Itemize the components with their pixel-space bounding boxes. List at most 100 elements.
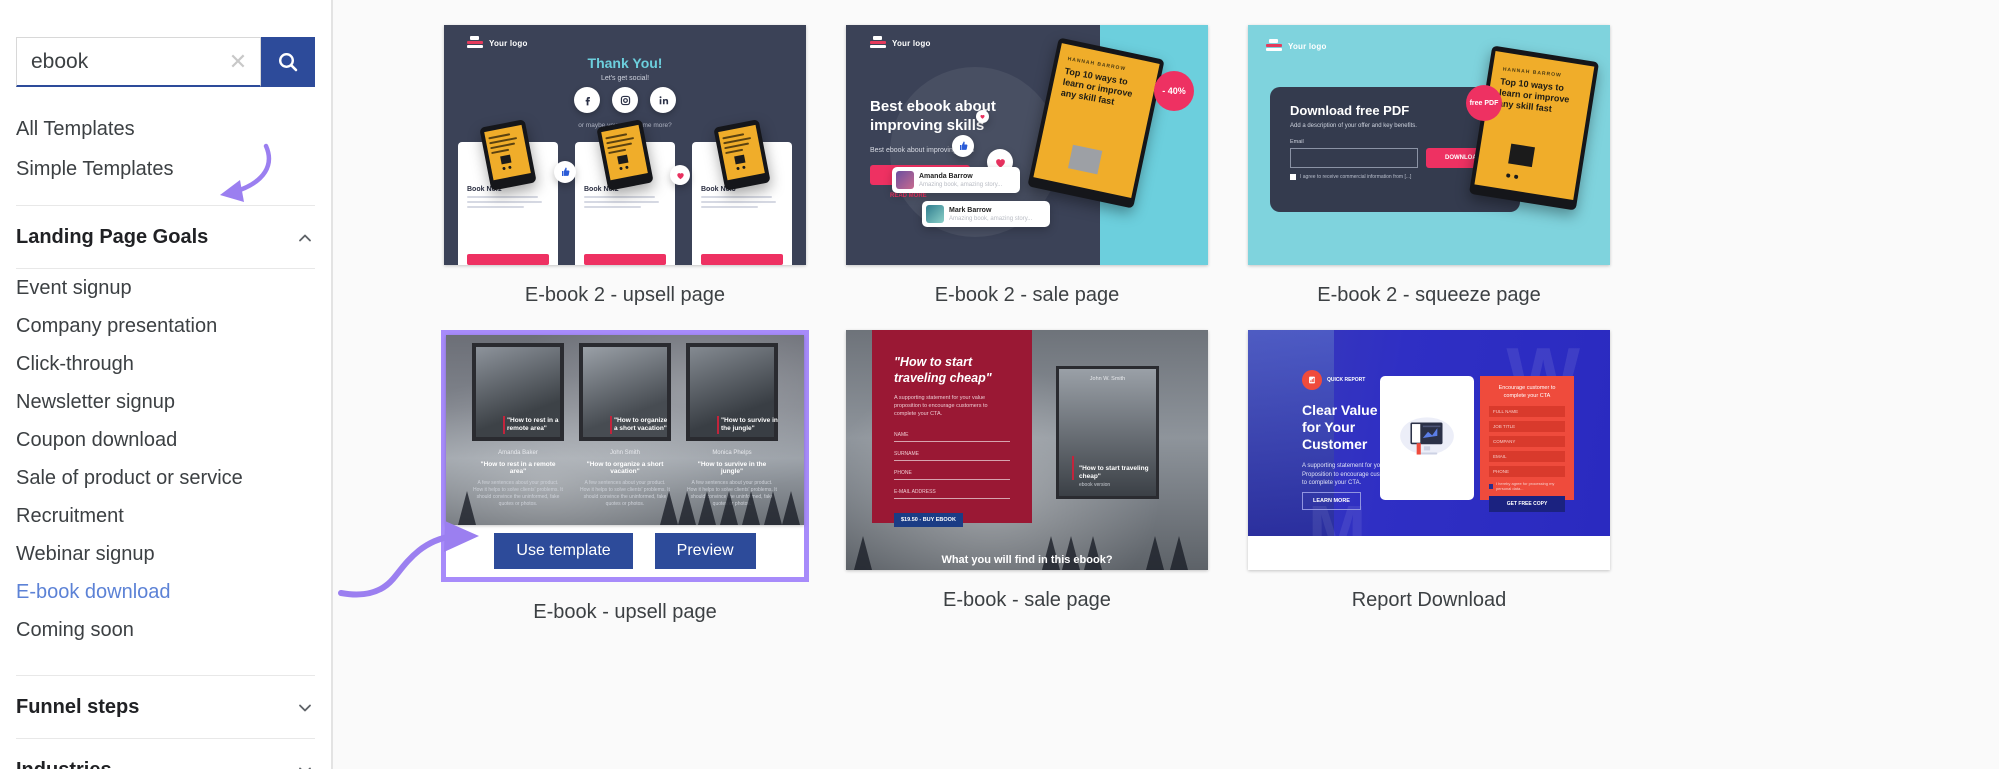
cover-author: John W. Smith xyxy=(1089,376,1126,382)
template-card[interactable]: Your logo Download free PDF Add a descri… xyxy=(1248,25,1610,307)
preview-heading: "How to start traveling cheap" xyxy=(894,355,992,385)
template-thumbnail[interactable]: W M QUICK REPORT Clear Value for Your Cu… xyxy=(1248,330,1610,570)
section-industries[interactable]: Industries xyxy=(16,739,315,769)
sidebar-item-webinar-signup[interactable]: Webinar signup xyxy=(16,535,315,573)
social-icons-row xyxy=(574,87,676,113)
sidebar-item-recruitment[interactable]: Recruitment xyxy=(16,497,315,535)
sidebar-item-all-templates[interactable]: All Templates xyxy=(16,109,315,149)
form-heading: Encourage customer to complete your CTA xyxy=(1498,385,1556,399)
thumbnail-wrapper: W M QUICK REPORT Clear Value for Your Cu… xyxy=(1248,330,1610,570)
form-field-label: PHONE xyxy=(1489,466,1565,477)
template-thumbnail[interactable]: Your logo Best ebook about improving ski… xyxy=(846,25,1208,265)
sidebar-item-click-through[interactable]: Click-through xyxy=(16,345,315,383)
preview-button[interactable]: Preview xyxy=(654,533,756,569)
free-pdf-badge: free PDF xyxy=(1466,85,1502,121)
avatar xyxy=(896,171,914,189)
template-grid: Your logo Thank You! Let's get social! o… xyxy=(333,0,1999,624)
search-input[interactable] xyxy=(17,49,260,74)
chevron-down-icon xyxy=(299,704,311,711)
quote-author: Monica Phelps xyxy=(712,450,752,456)
preview-cta-button: $19.50 - BUY EBOOK xyxy=(894,513,963,527)
form-field-label: EMAIL xyxy=(1489,451,1565,462)
mini-logo-label: Your logo xyxy=(489,38,528,48)
linkedin-icon xyxy=(650,87,676,113)
template-thumbnail[interactable]: "How to rest in a remote area" "How to o… xyxy=(446,335,804,525)
quote-block: John Smith "How to organize a short vaca… xyxy=(579,450,671,508)
photo-card: "How to rest in a remote area" xyxy=(472,343,564,441)
quote-author: John Smith xyxy=(609,450,640,456)
report-badge: QUICK REPORT xyxy=(1302,370,1365,390)
quote-title: "How to survive in the jungle" xyxy=(697,461,767,475)
thumbnail-wrapper: Your logo Download free PDF Add a descri… xyxy=(1248,25,1610,265)
template-card-caption: E-book 2 - upsell page xyxy=(524,284,726,306)
chevron-down-icon xyxy=(299,767,311,769)
facebook-icon xyxy=(574,87,600,113)
testimonial-name: Mark Barrow xyxy=(949,206,992,214)
sidebar-top-links: All Templates Simple Templates xyxy=(16,109,315,189)
form-field-label: SURNAME xyxy=(894,451,1010,461)
template-card[interactable]: "How to start traveling cheap" A support… xyxy=(846,330,1208,624)
preview-subheading: A supporting statement for your value pr… xyxy=(894,395,988,417)
sidebar-item-event-signup[interactable]: Event signup xyxy=(16,269,315,307)
quote-author: Amanda Baker xyxy=(498,450,538,456)
template-thumbnail[interactable]: "How to start traveling cheap" A support… xyxy=(846,330,1208,570)
section-title-industries: Industries xyxy=(16,759,112,769)
quote-title: "How to rest in a remote area" xyxy=(480,461,556,475)
card-actions: Use template Preview xyxy=(446,525,804,577)
section-title-landing-page-goals: Landing Page Goals xyxy=(16,226,209,248)
testimonial-text: Amazing book, amazing story... xyxy=(949,215,1033,222)
device-mockup xyxy=(1380,376,1474,500)
form-field-label: NAME xyxy=(894,432,1010,442)
form-field-label: PHONE xyxy=(894,470,1010,480)
book-card-cta xyxy=(701,254,783,265)
thumbnail-wrapper: Your logo Thank You! Let's get social! o… xyxy=(444,25,806,265)
template-card[interactable]: W M QUICK REPORT Clear Value for Your Cu… xyxy=(1248,330,1610,624)
search-button[interactable] xyxy=(261,37,315,87)
template-thumbnail[interactable]: Your logo Download free PDF Add a descri… xyxy=(1248,25,1610,265)
photo-quote: "How to rest in a remote area" xyxy=(506,417,559,432)
sidebar-item-sale-of-product-or-service[interactable]: Sale of product or service xyxy=(16,459,315,497)
template-card-caption: Report Download xyxy=(1351,589,1507,611)
close-icon[interactable]: ✕ xyxy=(228,50,248,72)
section-funnel-steps[interactable]: Funnel steps xyxy=(16,676,315,738)
books-logo-icon xyxy=(870,36,886,50)
quote-block: Amanda Baker "How to rest in a remote ar… xyxy=(472,450,564,508)
sidebar-item-newsletter-signup[interactable]: Newsletter signup xyxy=(16,383,315,421)
template-card-caption: E-book 2 - sale page xyxy=(934,284,1120,306)
form-panel: Encourage customer to complete your CTA … xyxy=(1480,376,1574,512)
cover-sub: ebook version xyxy=(1079,482,1111,488)
form-field-label: FULL NAME xyxy=(1489,406,1565,417)
preview-cta-button: GET FREE COPY xyxy=(1489,496,1565,512)
preview-footer-heading: What you will find in this ebook? xyxy=(941,554,1113,566)
books-logo-icon xyxy=(467,36,483,50)
template-thumbnail[interactable]: Your logo Thank You! Let's get social! o… xyxy=(444,25,806,265)
form-field-label: COMPANY xyxy=(1489,436,1565,447)
sidebar-item-coupon-download[interactable]: Coupon download xyxy=(16,421,315,459)
sidebar-item-company-presentation[interactable]: Company presentation xyxy=(16,307,315,345)
search-box[interactable]: ✕ xyxy=(16,37,261,87)
avatar xyxy=(926,205,944,223)
use-template-button[interactable]: Use template xyxy=(494,533,633,569)
tablet-mockup: HANNAH BARROW Top 10 ways to learn or im… xyxy=(1468,45,1600,211)
chevron-up-icon xyxy=(299,234,311,241)
sidebar-item-ebook-download[interactable]: E-book download xyxy=(16,573,315,611)
sidebar-item-coming-soon[interactable]: Coming soon xyxy=(16,611,315,649)
template-card-caption: E-book - sale page xyxy=(943,589,1111,611)
consent-checkbox xyxy=(1290,174,1296,180)
template-card-selected[interactable]: "How to rest in a remote area" "How to o… xyxy=(441,330,809,624)
photo-quote: "How to organize a short vacation" xyxy=(613,417,668,432)
mini-logo: Your logo xyxy=(870,36,931,50)
heart-icon xyxy=(976,110,989,123)
sidebar-item-simple-templates[interactable]: Simple Templates xyxy=(16,149,315,189)
mini-logo-label: Your logo xyxy=(1288,41,1327,51)
template-card-caption: E-book - upsell page xyxy=(533,601,717,623)
preview-ebook2-squeeze: Your logo Download free PDF Add a descri… xyxy=(1248,25,1610,265)
quote-desc: A few sentences about your product. How … xyxy=(473,480,563,507)
consent-text: I hereby agree for processing my persona… xyxy=(1495,481,1555,491)
testimonial-chip: Mark Barrow Amazing book, amazing story.… xyxy=(922,201,1050,227)
report-icon xyxy=(1302,370,1322,390)
section-landing-page-goals[interactable]: Landing Page Goals xyxy=(16,206,315,268)
template-card[interactable]: Your logo Thank You! Let's get social! o… xyxy=(444,25,806,307)
template-card[interactable]: Your logo Best ebook about improving ski… xyxy=(846,25,1208,307)
preview-heading: Thank You! xyxy=(587,55,663,71)
